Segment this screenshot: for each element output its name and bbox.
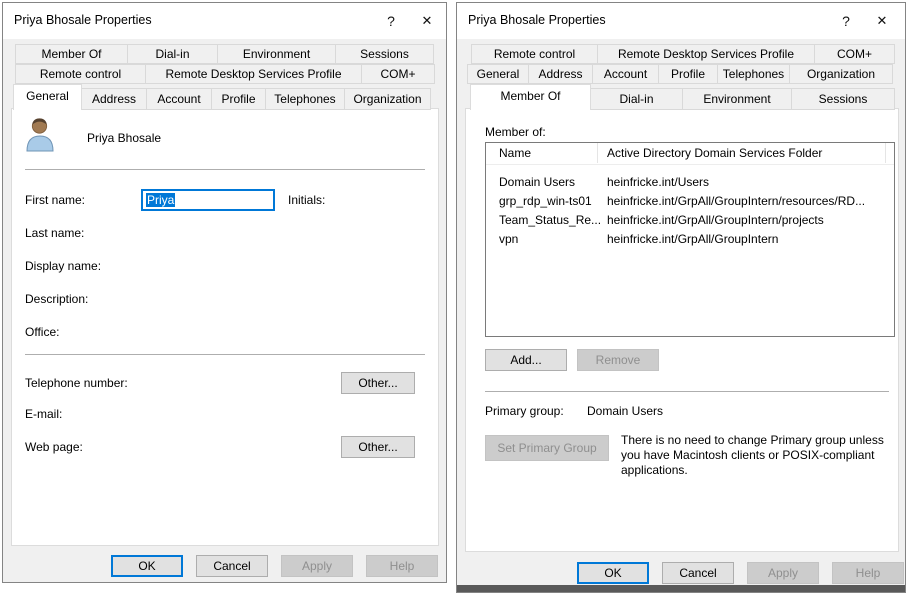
tab-remote-control[interactable]: Remote control <box>471 44 598 64</box>
dialog-title: Priya Bhosale Properties <box>468 13 606 27</box>
display-name-label: Display name: <box>25 259 101 273</box>
selected-text: Priya <box>146 193 175 207</box>
user-avatar-icon <box>23 115 57 156</box>
cancel-button[interactable]: Cancel <box>662 562 734 584</box>
column-divider[interactable] <box>885 143 886 163</box>
divider <box>25 354 425 355</box>
tab-member-of[interactable]: Member Of <box>470 84 591 110</box>
tab-com-plus[interactable]: COM+ <box>814 44 895 64</box>
group-folder: heinfricke.int/GrpAll/GroupIntern <box>607 232 778 246</box>
ok-button[interactable]: OK <box>577 562 649 584</box>
remove-button[interactable]: Remove <box>577 349 659 371</box>
tab-address[interactable]: Address <box>81 88 147 110</box>
tab-row-2: General Address Account Profile Telephon… <box>467 64 897 84</box>
cancel-button[interactable]: Cancel <box>196 555 268 577</box>
telephone-label: Telephone number: <box>25 376 128 390</box>
column-divider[interactable] <box>597 143 598 163</box>
first-name-label: First name: <box>25 193 85 207</box>
initials-label: Initials: <box>288 193 325 207</box>
divider <box>25 169 425 170</box>
properties-dialog-member-of: Priya Bhosale Properties ? ✕ Remote cont… <box>456 2 906 593</box>
add-button[interactable]: Add... <box>485 349 567 371</box>
primary-group-value: Domain Users <box>587 404 663 418</box>
identity-name: Priya Bhosale <box>87 131 161 145</box>
tab-sessions[interactable]: Sessions <box>791 88 895 110</box>
tab-dial-in[interactable]: Dial-in <box>127 44 218 64</box>
group-row[interactable]: vpn heinfricke.int/GrpAll/GroupIntern <box>486 231 894 250</box>
apply-button[interactable]: Apply <box>747 562 819 584</box>
group-row[interactable]: Domain Users heinfricke.int/Users <box>486 174 894 193</box>
tab-remote-control[interactable]: Remote control <box>15 64 146 84</box>
close-icon[interactable]: ✕ <box>867 10 897 32</box>
tab-rds-profile[interactable]: Remote Desktop Services Profile <box>145 64 362 84</box>
column-header-folder[interactable]: Active Directory Domain Services Folder <box>607 146 822 160</box>
description-label: Description: <box>25 292 88 306</box>
member-of-label: Member of: <box>485 125 546 139</box>
tab-environment[interactable]: Environment <box>217 44 336 64</box>
tab-telephones[interactable]: Telephones <box>265 88 345 110</box>
help-button[interactable]: Help <box>366 555 438 577</box>
titlebar[interactable]: Priya Bhosale Properties ? ✕ <box>3 3 446 39</box>
dialog-title: Priya Bhosale Properties <box>14 13 152 27</box>
properties-dialog-general: Priya Bhosale Properties ? ✕ Member Of D… <box>2 2 447 583</box>
titlebar[interactable]: Priya Bhosale Properties ? ✕ <box>457 3 905 39</box>
primary-group-note: There is no need to change Primary group… <box>621 433 899 478</box>
tab-com-plus[interactable]: COM+ <box>361 64 435 84</box>
last-name-label: Last name: <box>25 226 84 240</box>
telephone-other-button[interactable]: Other... <box>341 372 415 394</box>
group-row[interactable]: grp_rdp_win-ts01 heinfricke.int/GrpAll/G… <box>486 193 894 212</box>
window-bottom-edge <box>457 585 905 592</box>
ok-button[interactable]: OK <box>111 555 183 577</box>
column-header-name[interactable]: Name <box>499 146 531 160</box>
email-label: E-mail: <box>25 407 62 421</box>
tab-profile[interactable]: Profile <box>211 88 266 110</box>
apply-button[interactable]: Apply <box>281 555 353 577</box>
group-folder: heinfricke.int/GrpAll/GroupIntern/projec… <box>607 213 824 227</box>
tab-account[interactable]: Account <box>146 88 212 110</box>
tab-general[interactable]: General <box>467 64 529 84</box>
group-name: Team_Status_Re... <box>499 213 601 227</box>
tab-sessions[interactable]: Sessions <box>335 44 434 64</box>
tab-row-1: Remote control Remote Desktop Services P… <box>471 44 897 64</box>
tab-environment[interactable]: Environment <box>682 88 792 110</box>
divider <box>485 391 889 392</box>
tab-organization[interactable]: Organization <box>789 64 893 84</box>
group-name: grp_rdp_win-ts01 <box>499 194 592 208</box>
tab-row-3: Member Of Dial-in Environment Sessions <box>470 84 897 110</box>
group-name: Domain Users <box>499 175 575 189</box>
tab-member-of[interactable]: Member Of <box>15 44 128 64</box>
group-name: vpn <box>499 232 518 246</box>
general-tab-page <box>11 108 439 546</box>
list-header[interactable]: Name Active Directory Domain Services Fo… <box>486 143 894 165</box>
web-page-label: Web page: <box>25 440 83 454</box>
tab-row-3: General Address Account Profile Telephon… <box>13 84 439 110</box>
group-row[interactable]: Team_Status_Re... heinfricke.int/GrpAll/… <box>486 212 894 231</box>
member-of-list[interactable]: Name Active Directory Domain Services Fo… <box>485 142 895 337</box>
tab-row-2: Remote control Remote Desktop Services P… <box>15 64 437 84</box>
office-label: Office: <box>25 325 59 339</box>
web-other-button[interactable]: Other... <box>341 436 415 458</box>
tab-telephones[interactable]: Telephones <box>717 64 790 84</box>
tab-row-1: Member Of Dial-in Environment Sessions <box>15 44 437 64</box>
tab-organization[interactable]: Organization <box>344 88 431 110</box>
set-primary-group-button[interactable]: Set Primary Group <box>485 435 609 461</box>
first-name-input[interactable]: Priya <box>141 189 275 211</box>
group-list: Domain Users heinfricke.int/Users grp_rd… <box>486 165 894 250</box>
tab-general[interactable]: General <box>13 84 82 110</box>
tab-dial-in[interactable]: Dial-in <box>590 88 683 110</box>
help-button[interactable]: Help <box>832 562 904 584</box>
help-icon[interactable]: ? <box>376 10 406 32</box>
close-icon[interactable]: ✕ <box>412 10 442 32</box>
tab-account[interactable]: Account <box>592 64 659 84</box>
tab-address[interactable]: Address <box>528 64 593 84</box>
primary-group-label: Primary group: <box>485 404 564 418</box>
group-folder: heinfricke.int/GrpAll/GroupIntern/resour… <box>607 194 865 208</box>
help-icon[interactable]: ? <box>831 10 861 32</box>
tab-profile[interactable]: Profile <box>658 64 718 84</box>
group-folder: heinfricke.int/Users <box>607 175 709 189</box>
tab-rds-profile[interactable]: Remote Desktop Services Profile <box>597 44 815 64</box>
